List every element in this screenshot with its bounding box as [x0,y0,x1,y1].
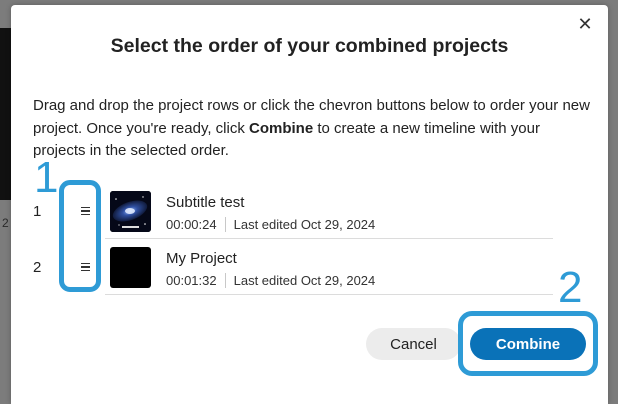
project-meta: 00:00:24 Last edited Oct 29, 2024 [166,217,375,232]
row-order-number: 2 [33,259,42,276]
background-partial-text: 2 [2,216,9,230]
cancel-button[interactable]: Cancel [366,328,461,360]
dialog-description: Drag and drop the project rows or click … [33,95,593,163]
annotation-highlight-drag-handles [59,180,101,292]
project-meta: 00:01:32 Last edited Oct 29, 2024 [166,273,375,288]
meta-divider [224,217,226,232]
project-last-edited: Last edited Oct 29, 2024 [233,273,376,288]
row-divider [105,294,553,295]
annotation-highlight-combine [458,311,598,376]
project-duration: 00:00:24 [166,217,217,232]
background-video-panel [0,28,11,200]
project-last-edited: Last edited Oct 29, 2024 [233,217,376,232]
close-icon[interactable]: ✕ [574,13,596,35]
description-bold: Combine [249,119,314,137]
row-divider [105,238,553,239]
project-thumbnail [110,191,151,232]
dialog-title: Select the order of your combined projec… [110,35,509,57]
project-name: My Project [166,250,237,267]
project-name: Subtitle test [166,194,245,211]
project-duration: 00:01:32 [166,273,217,288]
project-thumbnail [110,247,151,288]
annotation-label-2: 2 [558,263,583,312]
row-order-number: 1 [33,203,42,220]
annotation-label-1: 1 [34,153,59,202]
meta-divider [224,273,226,288]
